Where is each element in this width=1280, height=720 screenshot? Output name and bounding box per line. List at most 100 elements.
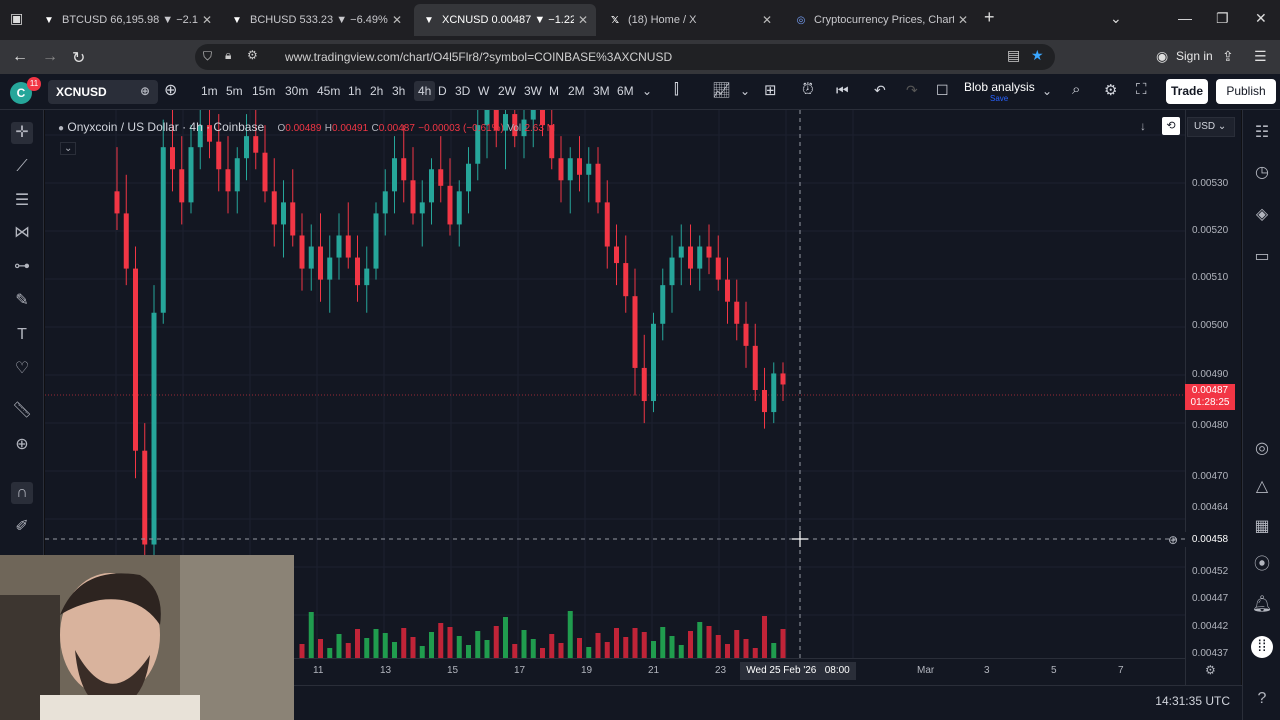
streams-icon[interactable]: ⦿ <box>1251 554 1273 576</box>
crosshair-icon[interactable]: ✛ <box>11 122 33 144</box>
close-tab-icon[interactable]: ✕ <box>392 13 402 27</box>
interval-W[interactable]: W <box>478 84 489 98</box>
tab-list-chevron-icon[interactable]: ⌄ <box>1110 10 1122 27</box>
layout-chevron-icon[interactable]: ⌄ <box>1042 84 1052 98</box>
brush-icon[interactable]: ✎ <box>11 290 33 312</box>
maximize-icon[interactable]: ❐ <box>1216 10 1229 27</box>
browser-tab[interactable]: ▼ XCNUSD 0.00487 ▼ −1.22% Bl ✕ <box>414 4 596 36</box>
ideas-icon[interactable]: △ <box>1251 476 1273 498</box>
layout-checkbox-icon[interactable]: ☐ <box>936 82 949 99</box>
browser-tab[interactable]: ▼ BTCUSD 66,195.98 ▼ −2.13% Bl ✕ <box>34 6 220 34</box>
close-window-icon[interactable]: ✕ <box>1255 10 1267 27</box>
close-tab-icon[interactable]: ✕ <box>578 13 588 27</box>
compare-icon[interactable]: ⊕ <box>140 84 150 98</box>
interval-4h[interactable]: 4h <box>414 81 436 101</box>
trend-line-icon[interactable]: ⟋ <box>11 156 33 178</box>
add-symbol-icon[interactable]: ⊕ <box>164 80 177 100</box>
interval-3h[interactable]: 3h <box>392 84 405 98</box>
target-icon[interactable]: ◎ <box>1251 438 1273 460</box>
fullscreen-icon[interactable]: ⛶ <box>1136 81 1147 98</box>
indicators-icon[interactable]: 📈︎ <box>712 81 731 99</box>
site-settings-icon[interactable]: ⚙ <box>247 48 258 62</box>
tab-search-icon[interactable]: ▣ <box>10 10 23 27</box>
reload-icon[interactable]: ↻ <box>72 48 85 68</box>
prediction-icon[interactable]: ⊶ <box>11 256 33 278</box>
browser-tab[interactable]: 𝕏 (18) Home / X ✕ <box>600 6 780 34</box>
lock-drawings-icon[interactable]: ✐ <box>11 516 33 538</box>
url-field[interactable]: ⛉ 🔒︎ ⚙ www.tradingview.com/chart/O4l5Flr… <box>195 44 1055 70</box>
fib-icon[interactable]: ☰ <box>11 190 33 212</box>
undo-icon[interactable]: ↶ <box>874 82 886 99</box>
legend-title[interactable]: Onyxcoin / US Dollar · 4h · Coinbase <box>67 120 264 134</box>
interval-15m[interactable]: 15m <box>252 84 275 98</box>
sign-in-button[interactable]: Sign in <box>1176 49 1213 63</box>
interval-2M[interactable]: 2M <box>568 84 585 98</box>
share-icon[interactable]: ⇪ <box>1222 48 1234 65</box>
heart-icon[interactable]: ♡ <box>11 358 33 380</box>
ruler-icon[interactable]: 📏︎ <box>11 400 33 422</box>
symbol-search[interactable]: XCNUSD ⊕ <box>48 80 158 104</box>
interval-3W[interactable]: 3W <box>524 84 542 98</box>
minimize-icon[interactable]: — <box>1178 10 1192 26</box>
reading-mode-icon[interactable]: ▤ <box>1007 47 1020 64</box>
indicators-chevron-icon[interactable]: ⌄ <box>740 84 750 98</box>
browser-tab[interactable]: ▼ BCHUSD 533.23 ▼ −6.49% Blob ✕ <box>222 6 410 34</box>
collapse-legend-icon[interactable]: ● <box>58 123 64 134</box>
chat-icon[interactable]: ▭ <box>1251 246 1273 268</box>
shield-icon[interactable]: ⛉ <box>203 49 212 64</box>
auto-scale-icon[interactable]: ⟲ <box>1162 117 1180 135</box>
trade-button[interactable]: Trade <box>1166 79 1208 104</box>
calendar-icon[interactable]: ▦ <box>1251 516 1273 538</box>
notifications-icon[interactable]: 🔔︎ <box>1251 594 1273 616</box>
alerts-clock-icon[interactable]: ◷ <box>1251 162 1273 184</box>
pattern-icon[interactable]: ⋈ <box>11 222 33 244</box>
layouts-grid-icon[interactable]: ⊞ <box>764 81 777 99</box>
bookmark-star-icon[interactable]: ★ <box>1031 47 1044 64</box>
currency-selector[interactable]: USD ⌄ <box>1187 117 1235 137</box>
interval-3M[interactable]: 3M <box>593 84 610 98</box>
interval-2h[interactable]: 2h <box>370 84 383 98</box>
add-alert-icon[interactable]: ⊕ <box>1168 533 1178 547</box>
interval-1m[interactable]: 1m <box>201 84 218 98</box>
publish-button[interactable]: Publish <box>1216 79 1276 104</box>
browser-tab[interactable]: ◎ Cryptocurrency Prices, Charts A ✕ <box>786 6 976 34</box>
text-icon[interactable]: T <box>11 324 33 346</box>
interval-D[interactable]: D <box>438 84 447 98</box>
replay-icon[interactable]: ⏮ <box>836 82 849 99</box>
close-tab-icon[interactable]: ✕ <box>202 13 212 27</box>
interval-6M[interactable]: 6M <box>617 84 634 98</box>
magnet-icon[interactable]: ∩ <box>11 482 33 504</box>
watchlist-icon[interactable]: ☷ <box>1251 122 1273 144</box>
time-axis-settings-icon[interactable]: ⚙ <box>1205 663 1216 677</box>
new-tab-icon[interactable]: + <box>984 7 995 28</box>
layout-name[interactable]: Blob analysis <box>964 80 1035 94</box>
interval-30m[interactable]: 30m <box>285 84 308 98</box>
interval-5m[interactable]: 5m <box>226 84 243 98</box>
close-tab-icon[interactable]: ✕ <box>762 13 772 27</box>
back-icon[interactable]: ← <box>12 48 28 66</box>
help-icon[interactable]: ? <box>1251 688 1273 710</box>
layers-icon[interactable]: ◈ <box>1251 204 1273 226</box>
interval-3D[interactable]: 3D <box>455 84 470 98</box>
download-icon[interactable]: ↓ <box>1140 119 1146 133</box>
close-tab-icon[interactable]: ✕ <box>958 13 968 27</box>
settings-icon[interactable]: ⚙ <box>1104 81 1117 99</box>
zoom-icon[interactable]: ⊕ <box>11 434 33 456</box>
browser-menu-icon[interactable]: ☰ <box>1254 48 1267 65</box>
interval-45m[interactable]: 45m <box>317 84 340 98</box>
profile-icon[interactable]: ◉ <box>1156 48 1168 65</box>
layout-save-label[interactable]: Save <box>990 94 1008 103</box>
candles-icon[interactable]: ⫿ <box>674 81 679 98</box>
interval-1h[interactable]: 1h <box>348 84 361 98</box>
lock-icon[interactable]: 🔒︎ <box>225 48 231 63</box>
quick-search-icon[interactable]: ⌕ <box>1072 81 1080 98</box>
redo-icon[interactable]: ↷ <box>906 82 918 99</box>
apps-grid-icon[interactable]: ⁞⁞ <box>1251 636 1273 658</box>
interval-2W[interactable]: 2W <box>498 84 516 98</box>
alert-icon[interactable]: ⏰︎ <box>802 81 814 98</box>
interval-M[interactable]: M <box>549 84 559 98</box>
interval-chevron-icon[interactable]: ⌄ <box>642 84 652 98</box>
utc-clock[interactable]: 14:31:35 UTC <box>1155 694 1230 708</box>
forward-icon[interactable]: → <box>42 48 58 66</box>
legend-expand-chevron-icon[interactable]: ⌄ <box>60 142 77 155</box>
